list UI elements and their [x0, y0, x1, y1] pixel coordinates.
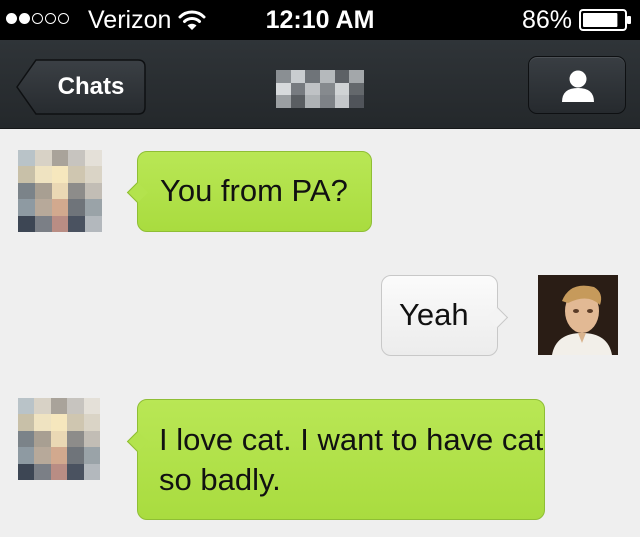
message-bubble-incoming[interactable]: You from PA? — [126, 151, 372, 232]
mosaic-block — [67, 398, 84, 415]
pixelated-avatar-image — [18, 398, 100, 480]
mosaic-block — [85, 199, 102, 216]
pixelated-avatar[interactable] — [18, 150, 102, 232]
mosaic-block — [83, 463, 100, 480]
mosaic-block — [67, 414, 84, 431]
mosaic-block — [68, 166, 86, 183]
mosaic-block — [18, 447, 35, 464]
mosaic-block — [18, 414, 35, 431]
mosaic-block — [349, 82, 364, 96]
message-text: I love cat. I want to have cat so badly. — [159, 422, 544, 497]
mosaic-block — [67, 463, 84, 480]
chat-area[interactable]: You from PA? Yeah I love cat. I want to … — [0, 129, 640, 537]
mosaic-block — [51, 166, 69, 183]
mosaic-block — [34, 430, 51, 448]
mosaic-block — [349, 70, 364, 83]
bubble-tail — [126, 430, 149, 453]
mosaic-block — [83, 447, 100, 464]
mosaic-block — [320, 82, 335, 96]
message-text: Yeah — [399, 297, 469, 332]
mosaic-block — [34, 199, 52, 216]
mosaic-block — [34, 182, 52, 200]
mosaic-block — [276, 95, 291, 108]
mosaic-block — [18, 430, 35, 448]
mosaic-block — [51, 150, 69, 167]
mosaic-block — [50, 447, 68, 464]
mosaic-block — [334, 70, 350, 83]
mosaic-block — [67, 447, 84, 464]
mosaic-block — [18, 463, 35, 480]
mosaic-block — [34, 447, 51, 464]
mosaic-block — [334, 82, 350, 96]
battery-icon — [579, 9, 631, 31]
user-photo-avatar[interactable] — [538, 275, 618, 355]
mosaic-block — [68, 182, 86, 200]
mosaic-block — [276, 70, 291, 83]
mosaic-block — [50, 430, 68, 448]
mosaic-block — [18, 166, 35, 183]
mosaic-block — [68, 150, 86, 167]
mosaic-block — [68, 199, 86, 216]
mosaic-block — [83, 414, 100, 431]
mosaic-block — [34, 215, 52, 232]
nav-bar: Chats — [0, 40, 640, 129]
mosaic-block — [85, 166, 102, 183]
mosaic-block — [34, 166, 52, 183]
mosaic-block — [349, 95, 364, 108]
mosaic-block — [34, 150, 52, 167]
mosaic-block — [305, 95, 320, 108]
mosaic-block — [320, 95, 335, 108]
mosaic-block — [50, 463, 68, 480]
mosaic-block — [18, 199, 35, 216]
mosaic-block — [50, 414, 68, 431]
status-bar: Verizon 12:10 AM 86% — [0, 0, 640, 40]
pixelated-avatar[interactable] — [18, 398, 100, 480]
battery-percent: 86% — [521, 6, 572, 34]
mosaic-block — [305, 82, 320, 96]
mosaic-block — [83, 398, 100, 415]
mosaic-block — [320, 70, 335, 83]
back-button-label: Chats — [57, 73, 125, 100]
mosaic-block — [18, 398, 35, 415]
mosaic-block — [290, 70, 306, 83]
mosaic-block — [305, 70, 320, 83]
mosaic-block — [51, 182, 69, 200]
mosaic-block — [83, 430, 100, 448]
mosaic-block — [34, 463, 51, 480]
mosaic-block — [85, 215, 102, 232]
battery-fill — [583, 13, 618, 27]
chat-screen: Verizon 12:10 AM 86% Chats You from PA? … — [0, 0, 640, 537]
person-icon — [562, 70, 594, 102]
mosaic-block — [85, 182, 102, 200]
message-bubble-incoming[interactable]: I love cat. I want to have cat so badly. — [126, 399, 545, 520]
mosaic-block — [34, 398, 51, 415]
mosaic-block — [51, 199, 69, 216]
pixelated-avatar-image — [18, 150, 102, 232]
mosaic-block — [276, 82, 291, 96]
mosaic-block — [50, 398, 68, 415]
mosaic-block — [290, 82, 306, 96]
nav-title-obscured — [276, 70, 364, 108]
mosaic-block — [18, 182, 35, 200]
mosaic-block — [51, 215, 69, 232]
mosaic-block — [290, 95, 306, 108]
mosaic-block — [334, 95, 350, 108]
message-bubble-outgoing[interactable]: Yeah — [381, 275, 509, 356]
message-text: You from PA? — [160, 173, 348, 208]
back-button[interactable]: Chats — [16, 59, 146, 115]
mosaic-block — [68, 215, 86, 232]
mosaic-block — [18, 215, 35, 232]
pixelated-title — [276, 70, 364, 108]
bubble-tail — [126, 181, 149, 204]
user-photo-image — [538, 275, 618, 355]
mosaic-block — [34, 414, 51, 431]
mosaic-block — [85, 150, 102, 167]
contact-info-button[interactable] — [528, 56, 626, 114]
mosaic-block — [67, 430, 84, 448]
mosaic-block — [18, 150, 35, 167]
